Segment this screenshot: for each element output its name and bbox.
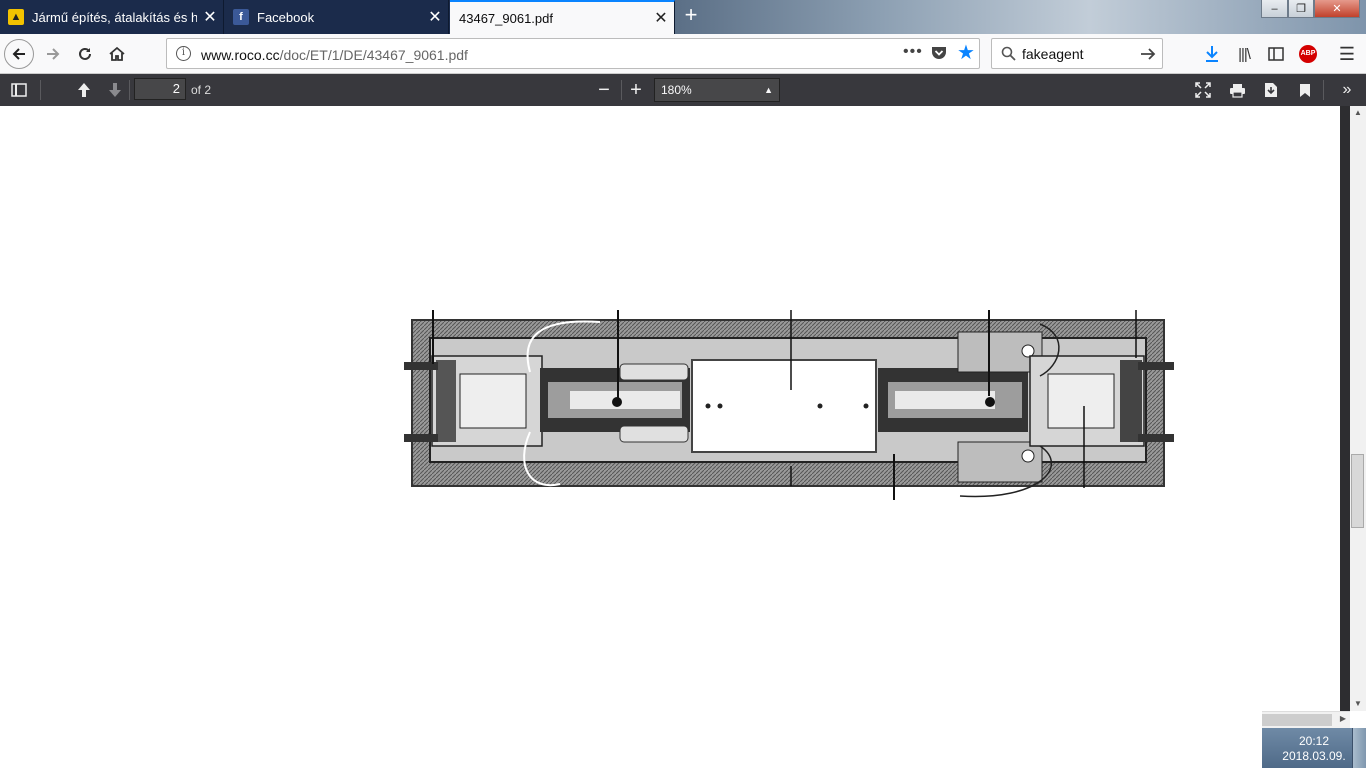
- menu-button[interactable]: ☰: [1332, 39, 1362, 69]
- tab-strip: ▲ Jármű építés, átalakítás és hasonlók ✕…: [0, 0, 1366, 34]
- search-input[interactable]: [1022, 45, 1132, 63]
- toolbar-divider: [129, 80, 130, 100]
- arrow-left-icon: [12, 48, 25, 60]
- scroll-right-arrow-icon[interactable]: ▶: [1340, 714, 1346, 723]
- print-button[interactable]: [1223, 78, 1251, 102]
- library-icon: |||\: [1238, 45, 1251, 63]
- viewer-gutter: [1340, 106, 1350, 768]
- downloads-button[interactable]: [1197, 39, 1227, 69]
- scroll-up-arrow-icon[interactable]: ▲: [1350, 106, 1366, 120]
- zoom-select[interactable]: 180%▲▼: [654, 78, 780, 117]
- arrow-down-icon: [109, 83, 121, 97]
- info-icon[interactable]: i: [176, 46, 191, 61]
- close-icon[interactable]: ✕: [422, 7, 448, 27]
- tab-title: Jármű építés, átalakítás és hasonlók: [32, 9, 197, 25]
- tab-facebook[interactable]: f Facebook ✕: [225, 0, 449, 34]
- tab-title: 43467_9061.pdf: [459, 10, 553, 26]
- close-window-button[interactable]: ✕: [1314, 0, 1360, 18]
- show-desktop-button[interactable]: [1352, 728, 1366, 768]
- tab-title: Facebook: [257, 9, 315, 25]
- search-bar[interactable]: [991, 38, 1163, 69]
- double-chevron-right-icon: »: [1342, 81, 1352, 98]
- toolbar-divider: [1323, 80, 1324, 100]
- arrow-up-icon: [78, 83, 90, 97]
- clock-date: 2018.03.09.: [1282, 749, 1346, 763]
- search-icon: [1001, 46, 1016, 61]
- printer-icon: [1229, 83, 1245, 98]
- pocket-icon[interactable]: [931, 46, 947, 64]
- url-path: /doc/ET/1/DE/43467_9061.pdf: [279, 47, 468, 63]
- toolbar-divider: [40, 80, 41, 100]
- arrow-right-icon: [47, 48, 60, 60]
- library-button[interactable]: |||\: [1229, 39, 1259, 69]
- reload-button[interactable]: [70, 39, 100, 69]
- horizontal-scrollbar[interactable]: ▶: [1262, 711, 1350, 728]
- tab-pdf[interactable]: 43467_9061.pdf ✕: [450, 0, 675, 34]
- close-icon[interactable]: ✕: [648, 8, 674, 28]
- facebook-icon: f: [233, 9, 249, 25]
- save-button[interactable]: [1257, 78, 1285, 102]
- page-number-input[interactable]: 2: [134, 78, 186, 100]
- page-count-label: of 2: [191, 83, 212, 97]
- forward-button[interactable]: [38, 39, 68, 69]
- bookmark-icon: [1300, 83, 1310, 97]
- locomotive-chassis-drawing: [404, 310, 1174, 500]
- tools-button[interactable]: »: [1333, 78, 1361, 102]
- navigation-toolbar: i www.roco.cc/doc/ET/1/DE/43467_9061.pdf…: [0, 34, 1366, 74]
- zoom-out-button[interactable]: −: [590, 78, 618, 102]
- reload-icon: [79, 47, 91, 60]
- save-download-icon: [1265, 83, 1277, 97]
- pdf-toolbar: 2 of 2 − + 180%▲▼ »: [0, 74, 1366, 117]
- sidebar-toggle-icon: [11, 83, 27, 97]
- new-tab-button[interactable]: +: [680, 4, 702, 28]
- home-icon: [109, 46, 125, 61]
- sidebar-button[interactable]: [1261, 39, 1291, 69]
- url-text[interactable]: www.roco.cc/doc/ET/1/DE/43467_9061.pdf: [201, 47, 468, 63]
- download-icon: [1206, 46, 1218, 62]
- close-icon[interactable]: ✕: [197, 7, 223, 27]
- bookmark-button[interactable]: [1291, 78, 1319, 102]
- taskbar-clock[interactable]: 20:12 2018.03.09.: [1262, 728, 1366, 768]
- bookmark-star-icon[interactable]: ★: [957, 42, 975, 64]
- pdf-viewer-page[interactable]: [0, 106, 1340, 768]
- scroll-down-arrow-icon[interactable]: ▼: [1350, 697, 1366, 711]
- vertical-scrollbar[interactable]: ▲ ▼: [1350, 106, 1366, 711]
- scrollbar-thumb[interactable]: [1262, 714, 1332, 726]
- forum-icon: ▲: [8, 9, 24, 25]
- tab-forum[interactable]: ▲ Jármű építés, átalakítás és hasonlók ✕: [0, 0, 224, 34]
- previous-page-button[interactable]: [70, 78, 98, 102]
- next-page-button[interactable]: [101, 78, 129, 102]
- page-actions-icon[interactable]: •••: [903, 43, 923, 61]
- minimize-button[interactable]: –: [1261, 0, 1288, 18]
- toggle-sidebar-button[interactable]: [5, 78, 33, 102]
- zoom-value: 180%: [661, 83, 692, 97]
- adblock-plus-icon: ABP: [1299, 45, 1317, 63]
- scrollbar-thumb[interactable]: [1351, 454, 1364, 528]
- sidebar-icon: [1268, 47, 1284, 61]
- go-arrow-icon[interactable]: [1140, 47, 1156, 61]
- clock-time: 20:12: [1298, 734, 1330, 748]
- back-button[interactable]: [4, 39, 34, 69]
- hamburger-menu-icon: ☰: [1338, 43, 1356, 64]
- zoom-in-button[interactable]: +: [622, 78, 650, 102]
- fullscreen-icon: [1195, 82, 1211, 98]
- adblock-button[interactable]: ABP: [1293, 39, 1323, 69]
- restore-button[interactable]: ❐: [1288, 0, 1314, 18]
- url-bar[interactable]: i www.roco.cc/doc/ET/1/DE/43467_9061.pdf…: [166, 38, 980, 69]
- presentation-mode-button[interactable]: [1189, 78, 1217, 102]
- home-button[interactable]: [102, 39, 132, 69]
- url-domain: www.roco.cc: [201, 47, 280, 63]
